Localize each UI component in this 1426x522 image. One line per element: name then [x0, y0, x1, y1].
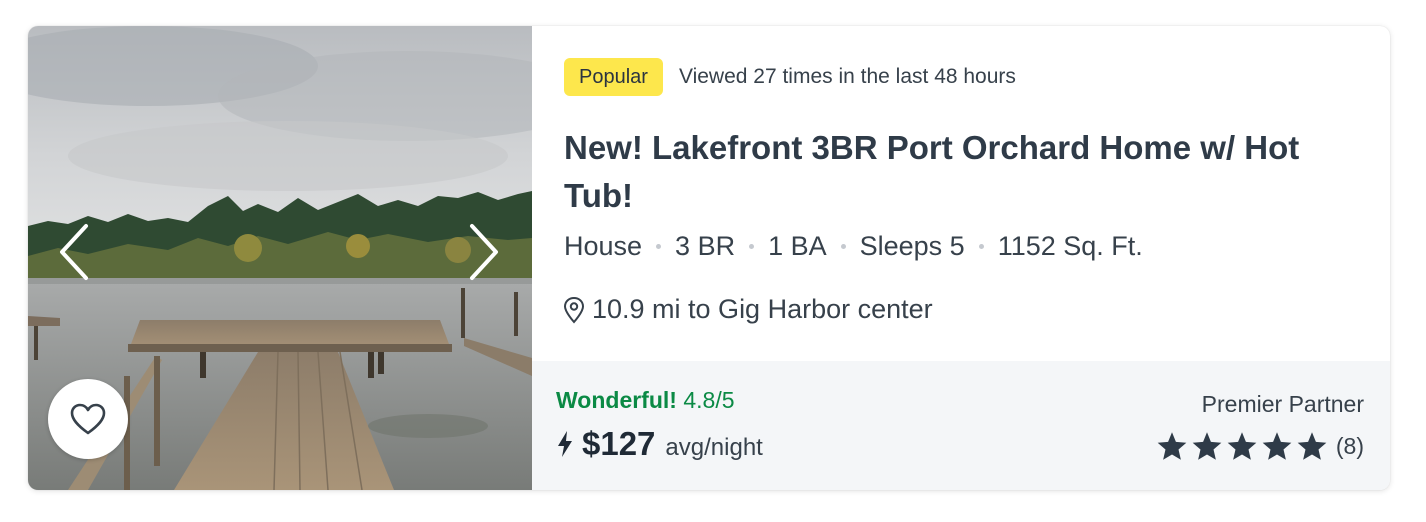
- sleeps: Sleeps 5: [859, 231, 965, 261]
- bedrooms: 3 BR: [675, 231, 736, 261]
- location-row: 10.9 mi to Gig Harbor center: [562, 294, 933, 325]
- property-type: House: [564, 231, 643, 261]
- bathrooms: 1 BA: [768, 231, 827, 261]
- price-row: $127 avg/night: [556, 425, 763, 463]
- chevron-left-icon: [60, 224, 88, 280]
- lightning-bolt-icon: [558, 431, 572, 457]
- separator-dot: [656, 244, 662, 249]
- separator-dot: [840, 244, 846, 249]
- price-unit: avg/night: [665, 434, 763, 461]
- chevron-right-icon: [470, 224, 498, 280]
- views-count-text: Viewed 27 times in the last 48 hours: [678, 65, 1016, 88]
- popular-badge: Popular: [564, 58, 663, 96]
- listing-specs: House 3 BR 1 BA Sleeps 5 1152 Sq. Ft.: [564, 231, 1143, 262]
- listing-footer: Wonderful! 4.8/5 $127 avg/night Premier …: [532, 361, 1390, 490]
- star-rating: (8): [1153, 431, 1364, 461]
- premier-partner-label: Premier Partner: [1201, 391, 1364, 417]
- star-icon: [1262, 432, 1292, 460]
- star-icon: [1157, 432, 1187, 460]
- listing-card[interactable]: Popular Viewed 27 times in the last 48 h…: [28, 26, 1390, 490]
- listing-title[interactable]: New! Lakefront 3BR Port Orchard Home w/ …: [564, 124, 1364, 220]
- star-icon: [1192, 432, 1222, 460]
- distance-text: 10.9 mi to Gig Harbor center: [592, 294, 933, 324]
- map-pin-icon: [563, 296, 585, 323]
- listing-details: Popular Viewed 27 times in the last 48 h…: [532, 26, 1390, 361]
- listing-photo[interactable]: [28, 26, 532, 490]
- star-icon: [1227, 432, 1257, 460]
- badge-row: Popular Viewed 27 times in the last 48 h…: [564, 58, 1016, 96]
- square-footage: 1152 Sq. Ft.: [997, 231, 1143, 261]
- nightly-price: $127: [582, 425, 656, 462]
- previous-photo-button[interactable]: [56, 222, 96, 282]
- rating-score: 4.8/5: [683, 387, 735, 413]
- rating-label: Wonderful!: [556, 387, 677, 413]
- star-icon: [1297, 432, 1327, 460]
- guest-rating: Wonderful! 4.8/5: [556, 387, 735, 414]
- separator-dot: [749, 244, 755, 249]
- review-count[interactable]: (8): [1336, 433, 1364, 460]
- next-photo-button[interactable]: [462, 222, 502, 282]
- separator-dot: [978, 244, 984, 249]
- heart-icon: [70, 403, 106, 435]
- favorite-button[interactable]: [48, 379, 128, 459]
